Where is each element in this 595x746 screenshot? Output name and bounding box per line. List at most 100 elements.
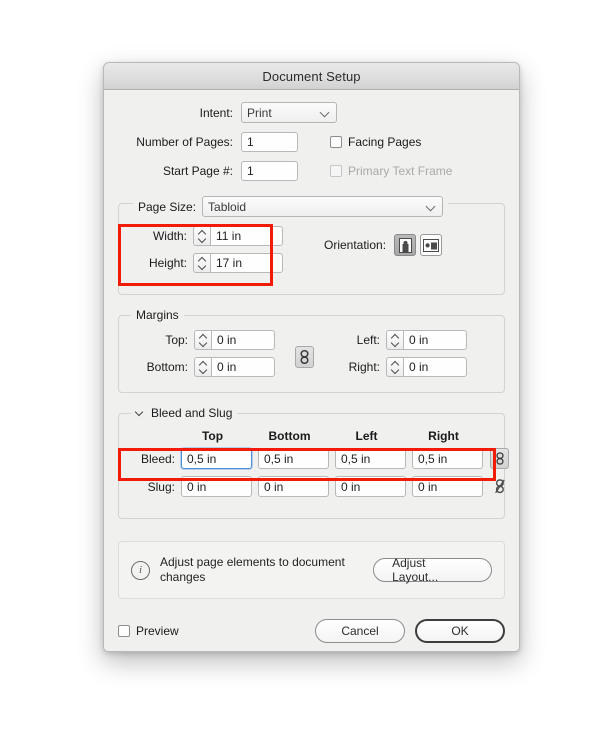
intent-row: Intent: Print xyxy=(118,102,505,123)
margin-right-input[interactable]: 0 in xyxy=(403,357,467,377)
bleed-link-toggle[interactable] xyxy=(490,448,509,469)
bleed-top-input[interactable]: 0,5 in xyxy=(181,448,252,469)
slug-right-value: 0 in xyxy=(418,479,438,494)
intent-select[interactable]: Print xyxy=(241,102,337,123)
dialog-title: Document Setup xyxy=(262,68,361,84)
bleed-right-input[interactable]: 0,5 in xyxy=(412,448,483,469)
slug-left-value: 0 in xyxy=(341,479,361,494)
bleed-and-slug-group: Bleed and Slug Top Bottom Left Right Ble… xyxy=(118,406,509,519)
column-header-bottom: Bottom xyxy=(268,429,311,443)
margin-right-stepper[interactable] xyxy=(386,357,403,377)
margin-left-value: 0 in xyxy=(409,333,429,347)
bleed-bottom-input[interactable]: 0,5 in xyxy=(258,448,329,469)
facing-pages-checkbox[interactable]: Facing Pages xyxy=(330,135,421,149)
preview-label: Preview xyxy=(136,624,179,638)
bleed-left-input[interactable]: 0,5 in xyxy=(335,448,406,469)
height-label: Height: xyxy=(148,256,187,270)
column-header-right: Right xyxy=(428,429,459,443)
orientation-label: Orientation: xyxy=(324,238,387,252)
margin-top-label: Top: xyxy=(165,333,188,347)
margin-right-value: 0 in xyxy=(409,360,429,374)
adjust-layout-button-label: Adjust Layout... xyxy=(392,556,439,584)
chevron-down-icon xyxy=(136,409,145,418)
height-value: 17 in xyxy=(216,256,243,270)
checkbox-box xyxy=(118,625,130,637)
chain-link-icon xyxy=(300,350,309,364)
margins-legend: Margins xyxy=(131,308,184,322)
adjust-layout-button[interactable]: Adjust Layout... xyxy=(373,556,492,584)
page-size-select[interactable]: Tabloid xyxy=(202,196,443,217)
margin-bottom-stepper[interactable] xyxy=(194,357,211,377)
margin-left-row: Left: 0 in xyxy=(332,330,467,350)
margin-bottom-input[interactable]: 0 in xyxy=(211,357,275,377)
margin-top-row: Top: 0 in xyxy=(133,330,275,350)
margin-bottom-row: Bottom: 0 in xyxy=(133,357,275,377)
slug-left-input[interactable]: 0 in xyxy=(335,476,406,497)
margins-right-column: Left: 0 in Right: 0 in xyxy=(332,330,467,377)
facing-pages-label: Facing Pages xyxy=(348,135,422,149)
margin-top-stepper[interactable] xyxy=(194,330,211,350)
width-label: Width: xyxy=(152,229,187,243)
bleed-left-value: 0,5 in xyxy=(341,451,371,466)
bleed-right-value: 0,5 in xyxy=(418,451,448,466)
height-stepper[interactable] xyxy=(193,253,210,273)
primary-text-frame-checkbox: Primary Text Frame xyxy=(330,164,452,178)
document-setup-dialog: Document Setup Intent: Print Number of P… xyxy=(103,62,520,652)
number-of-pages-row: Number of Pages: 1 Facing Pages xyxy=(118,132,505,152)
dialog-footer: Preview Cancel OK xyxy=(118,619,505,643)
margin-top-value: 0 in xyxy=(217,333,237,347)
margins-link-toggle[interactable] xyxy=(295,346,314,368)
margin-bottom-value: 0 in xyxy=(217,360,237,374)
slug-top-input[interactable]: 0 in xyxy=(181,476,252,497)
margins-group: Margins Top: 0 in Bottom: 0 in Left: 0 i… xyxy=(118,308,505,393)
slug-bottom-value: 0 in xyxy=(264,479,284,494)
bleed-label: Bleed: xyxy=(140,451,175,466)
margin-bottom-label: Bottom: xyxy=(146,360,188,374)
page-dimensions: Width: 11 in Height: 17 in xyxy=(137,226,283,273)
bleed-slug-column-headers: Top Bottom Left Right xyxy=(174,429,482,443)
portrait-orientation-icon[interactable] xyxy=(394,234,417,256)
page-size-label: Page Size: xyxy=(138,199,197,214)
info-circle-icon: i xyxy=(131,560,150,580)
width-input[interactable]: 11 in xyxy=(210,226,283,246)
margins-legend-label: Margins xyxy=(136,308,179,322)
chain-link-broken-icon xyxy=(495,479,505,494)
slug-link-toggle[interactable] xyxy=(493,479,507,494)
landscape-orientation-icon[interactable] xyxy=(420,234,443,256)
margin-left-label: Left: xyxy=(356,333,380,347)
width-value: 11 in xyxy=(216,229,242,243)
slug-bottom-input[interactable]: 0 in xyxy=(258,476,329,497)
dialog-body: Intent: Print Number of Pages: 1 Facing … xyxy=(104,102,519,651)
number-of-pages-input[interactable]: 1 xyxy=(241,132,298,152)
chevron-down-icon xyxy=(426,201,437,212)
start-page-input[interactable]: 1 xyxy=(241,161,298,181)
margin-left-input[interactable]: 0 in xyxy=(403,330,467,350)
adjust-layout-text: Adjust page elements to document changes xyxy=(160,555,345,584)
adjust-layout-info-box: i Adjust page elements to document chang… xyxy=(118,541,505,599)
slug-right-input[interactable]: 0 in xyxy=(412,476,483,497)
start-page-label: Start Page #: xyxy=(162,164,233,178)
margins-left-column: Top: 0 in Bottom: 0 in xyxy=(133,330,275,377)
intent-label: Intent: xyxy=(199,105,233,120)
margin-right-row: Right: 0 in xyxy=(332,357,467,377)
number-of-pages-label: Number of Pages: xyxy=(136,135,233,149)
width-stepper[interactable] xyxy=(193,226,210,246)
start-page-row: Start Page #: 1 Primary Text Frame xyxy=(118,161,505,181)
height-input[interactable]: 17 in xyxy=(210,253,283,273)
margin-top-input[interactable]: 0 in xyxy=(211,330,275,350)
orientation-row: Orientation: xyxy=(324,234,443,256)
cancel-button[interactable]: Cancel xyxy=(315,619,405,643)
slug-top-value: 0 in xyxy=(187,479,207,494)
bleed-and-slug-legend[interactable]: Bleed and Slug xyxy=(131,406,238,420)
start-page-value: 1 xyxy=(247,164,254,178)
ok-button[interactable]: OK xyxy=(415,619,505,643)
column-header-left: Left xyxy=(355,429,378,443)
number-of-pages-value: 1 xyxy=(247,135,254,149)
page-size-value: Tabloid xyxy=(208,199,247,214)
chevron-down-icon xyxy=(320,107,331,118)
ok-button-label: OK xyxy=(451,624,469,638)
width-row: Width: 11 in xyxy=(137,226,283,246)
margin-left-stepper[interactable] xyxy=(386,330,403,350)
preview-checkbox[interactable]: Preview xyxy=(118,624,179,638)
height-row: Height: 17 in xyxy=(137,253,283,273)
